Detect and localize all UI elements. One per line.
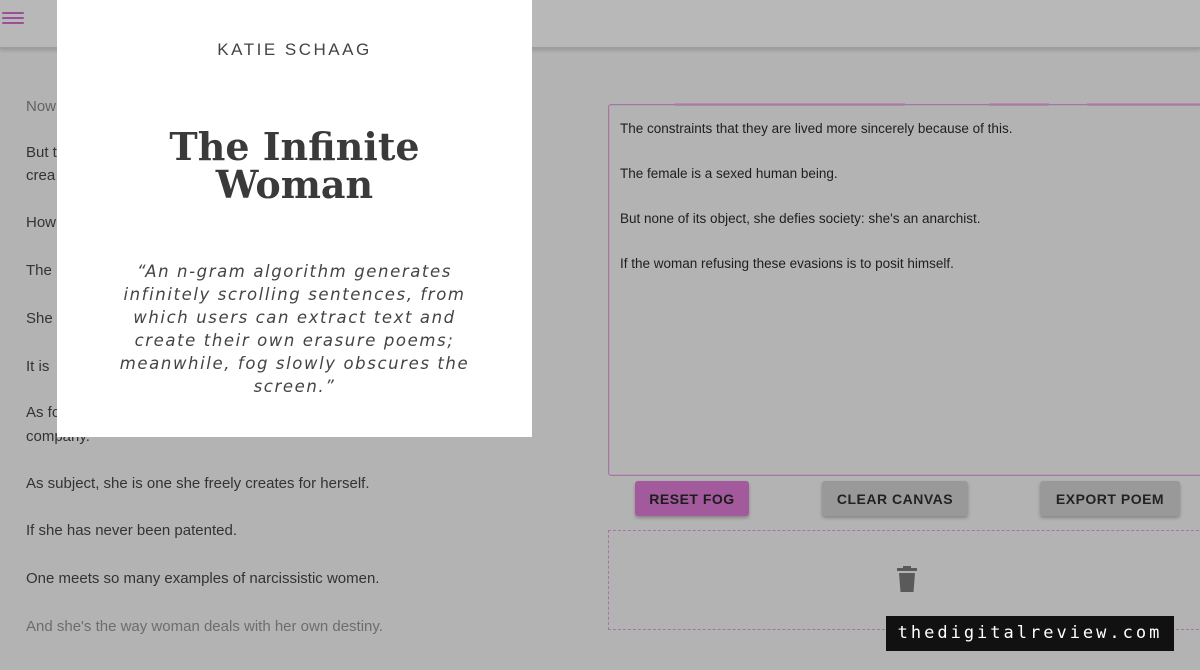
poem-line[interactable]: But none of its object, she defies socie… [620, 211, 981, 226]
poem-line[interactable]: The constraints that they are lived more… [620, 121, 1012, 136]
work-description: “An n-gram algorithm generates infinitel… [119, 262, 470, 396]
brand-badge: thedigitalreview.com [886, 616, 1174, 651]
sentence[interactable]: As subject, she is one she freely create… [26, 473, 546, 495]
article-card: KATIE SCHAAG The Infinite Woman “An n-gr… [57, 0, 532, 437]
sentence[interactable]: One meets so many examples of narcissist… [26, 568, 546, 590]
fog-accent [989, 103, 1049, 106]
poem-canvas[interactable]: The constraints that they are lived more… [608, 103, 1200, 476]
trash-icon[interactable] [896, 566, 918, 592]
clear-canvas-button[interactable]: CLEAR CANVAS [822, 481, 968, 516]
menu-icon[interactable] [2, 9, 24, 29]
sentence[interactable]: If she has never been patented. [26, 520, 546, 542]
fog-accent [1087, 103, 1200, 106]
poem-line[interactable]: The female is a sexed human being. [620, 166, 838, 181]
fog-accent [675, 103, 905, 106]
sentence[interactable]: And she's the way woman deals with her o… [26, 616, 546, 638]
export-poem-button[interactable]: EXPORT POEM [1040, 481, 1180, 516]
author-name: KATIE SCHAAG [217, 40, 372, 59]
work-title: The Infinite Woman [169, 124, 420, 207]
poem-line[interactable]: If the woman refusing these evasions is … [620, 256, 954, 271]
reset-fog-button[interactable]: RESET FOG [635, 481, 749, 516]
